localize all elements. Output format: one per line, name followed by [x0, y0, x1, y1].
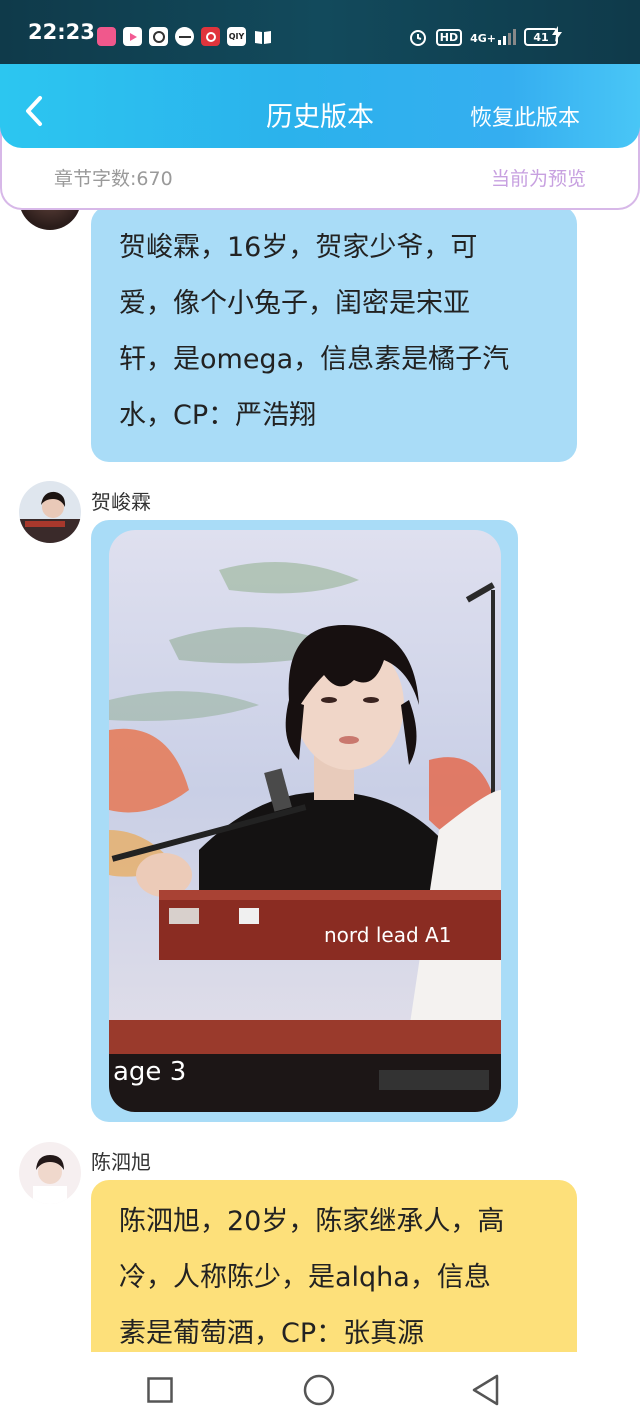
- network-label: 4G+: [470, 32, 496, 45]
- status-indicators: HD 4G+ 41: [408, 27, 558, 47]
- hd-icon: HD: [435, 28, 463, 46]
- app-icon-4: [175, 27, 194, 46]
- alarm-icon: [409, 30, 426, 46]
- status-time: 22:23: [28, 20, 95, 44]
- message-text-line: 爱，像个小兔子，闺密是宋亚: [119, 288, 470, 319]
- charging-icon: [552, 26, 562, 42]
- app-icon-5: [201, 27, 220, 46]
- avatar[interactable]: [19, 481, 81, 543]
- word-count: 章节字数:670: [54, 168, 173, 190]
- iqiyi-icon: QIY: [227, 27, 246, 46]
- message-text-line: 冷，人称陈少，是alqha，信息: [119, 1262, 491, 1293]
- keyboard-model-text: age 3: [113, 1057, 186, 1087]
- system-nav-bar: [0, 1352, 640, 1427]
- message-text-line: 素是葡萄酒，CP：张真源: [119, 1318, 425, 1349]
- header: 历史版本 恢复此版本: [0, 64, 640, 148]
- message-photo[interactable]: nord lead A1 age 3: [109, 530, 501, 1112]
- message-text-line: 陈泗旭，20岁，陈家继承人，高: [119, 1206, 505, 1237]
- home-button[interactable]: [303, 1374, 335, 1406]
- message-text-line: 水，CP：严浩翔: [119, 400, 317, 431]
- message-text-line: 贺峻霖，16岁，贺家少爷，可: [119, 232, 478, 263]
- avatar[interactable]: [19, 1142, 81, 1204]
- image-bubble[interactable]: nord lead A1 age 3: [91, 520, 518, 1122]
- app-icon-1: [97, 27, 116, 46]
- message-text-line: 轩，是omega，信息素是橘子汽: [119, 344, 510, 375]
- keyboard-brand-text: nord lead A1: [324, 923, 451, 947]
- back-nav-button[interactable]: [471, 1374, 501, 1406]
- restore-version-button[interactable]: 恢复此版本: [470, 100, 580, 132]
- recent-apps-button[interactable]: [147, 1377, 173, 1403]
- status-app-icons: QIY: [97, 27, 272, 46]
- speaker-name: 陈泗旭: [91, 1150, 151, 1174]
- app-icon-3: [149, 27, 168, 46]
- status-bar: 22:23 QIY HD 4G+ 41: [0, 0, 640, 64]
- chat-area[interactable]: 贺峻霖，16岁，贺家少爷，可 爱，像个小兔子，闺密是宋亚 轩，是omega，信息…: [0, 210, 640, 1352]
- avatar[interactable]: [19, 210, 81, 230]
- app-icon-2: [123, 27, 142, 46]
- speaker-name: 贺峻霖: [91, 490, 151, 514]
- preview-note: 当前为预览: [490, 168, 586, 190]
- message-bubble: 陈泗旭，20岁，陈家继承人，高 冷，人称陈少，是alqha，信息 素是葡萄酒，C…: [91, 1180, 577, 1352]
- book-icon: [253, 27, 272, 46]
- signal-icon: 4G+: [470, 29, 516, 45]
- message-bubble: 贺峻霖，16岁，贺家少爷，可 爱，像个小兔子，闺密是宋亚 轩，是omega，信息…: [91, 210, 577, 462]
